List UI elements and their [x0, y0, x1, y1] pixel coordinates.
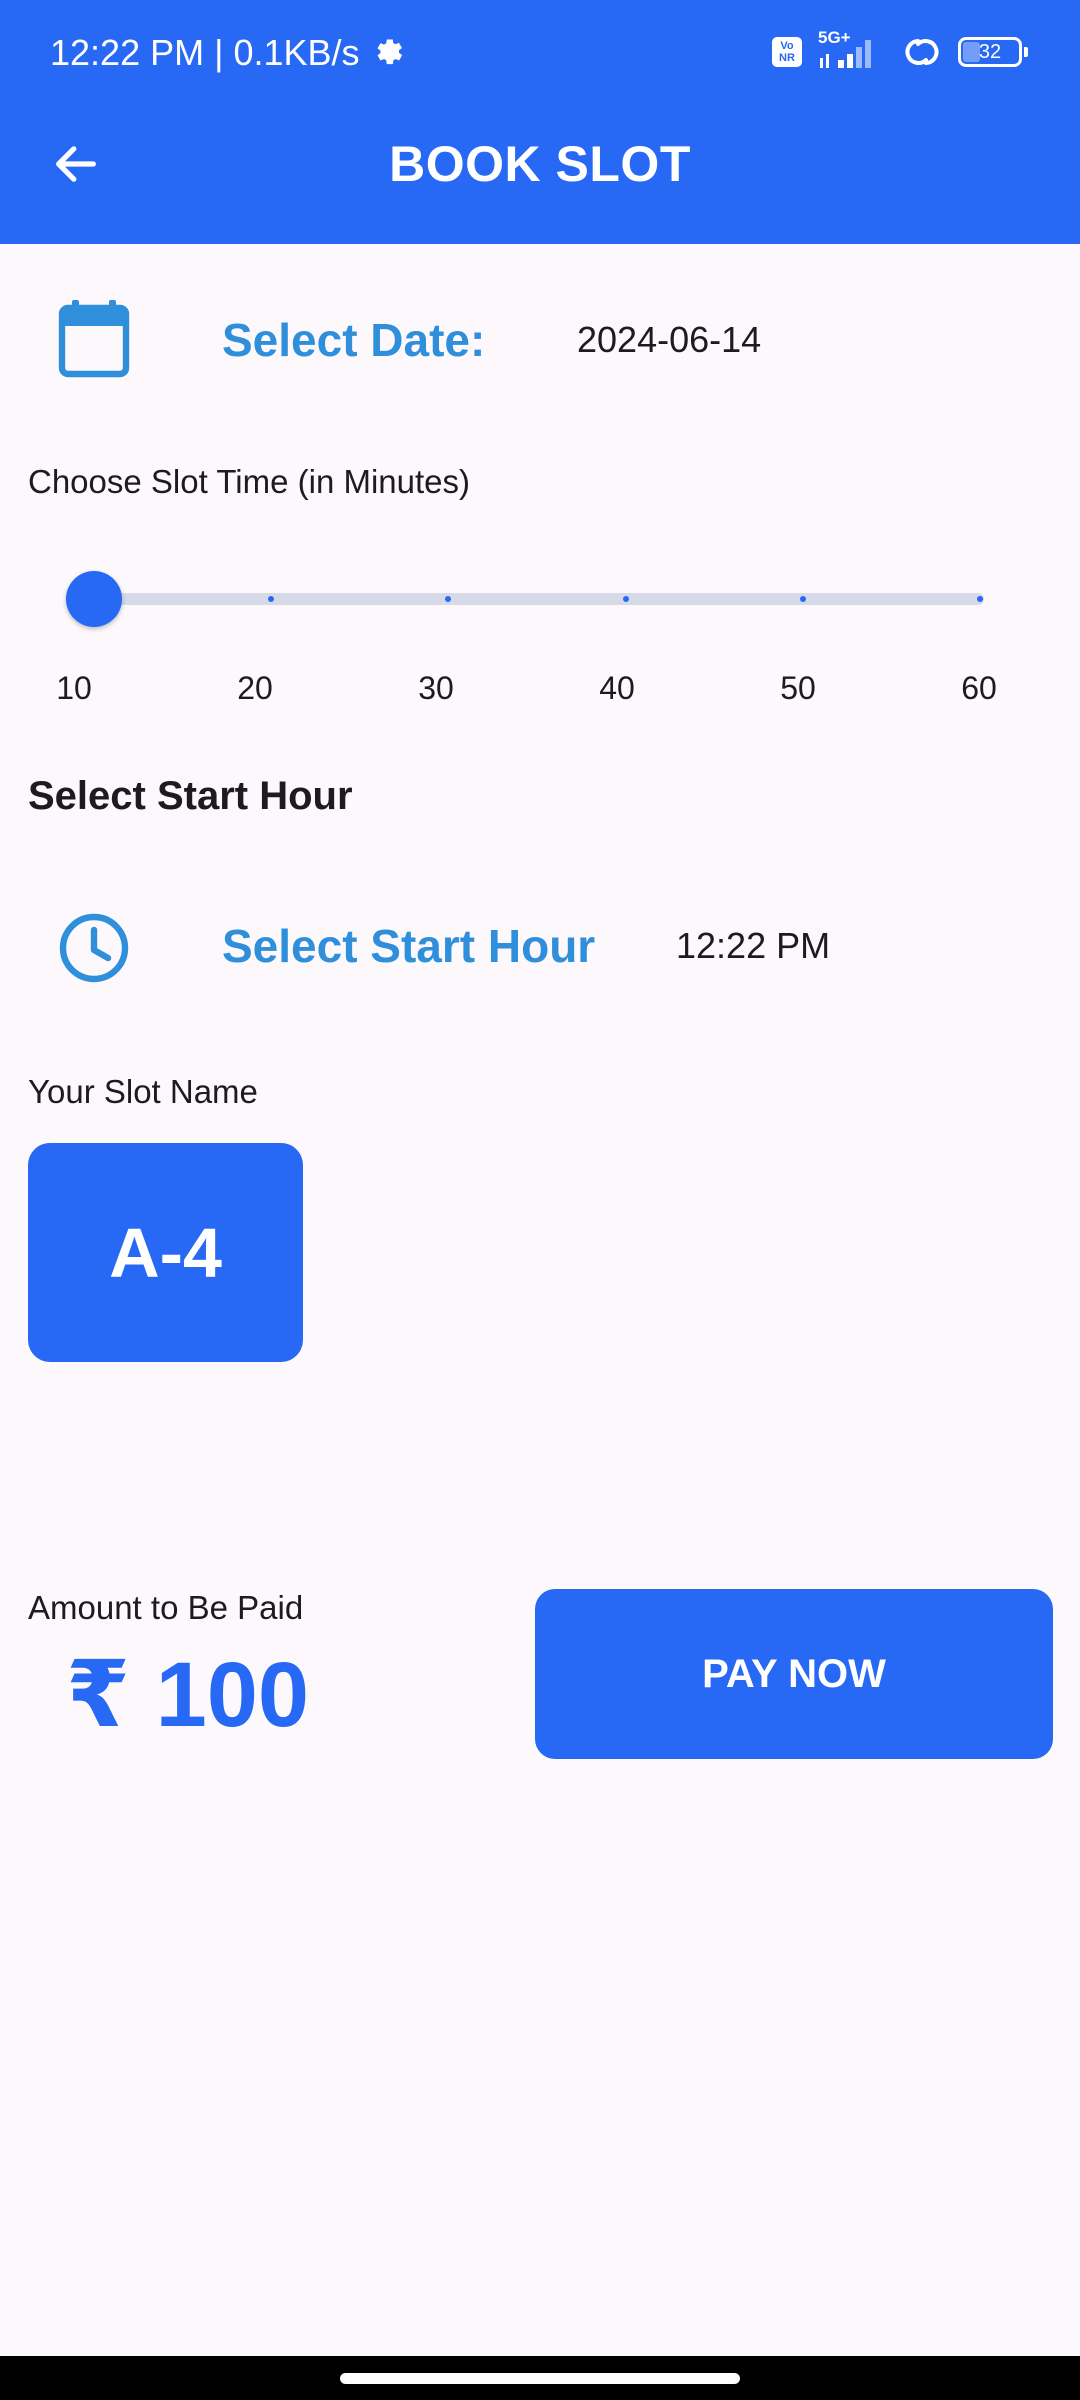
- slider-track[interactable]: [94, 593, 984, 605]
- link-icon: [905, 39, 939, 65]
- amount-value: ₹ 100: [66, 1644, 310, 1746]
- gear-icon: [377, 39, 402, 65]
- status-icons: Vo NR 5G+ 32: [772, 28, 1028, 72]
- amount-label: Amount to Be Paid: [28, 1589, 304, 1626]
- slider-tick-label: 40: [599, 670, 635, 706]
- battery-level: 32: [978, 41, 1002, 63]
- date-row[interactable]: Select Date: 2024-06-14: [0, 294, 1080, 394]
- slider-tick-label: 30: [418, 670, 454, 706]
- slot-name-label: Your Slot Name: [28, 1073, 258, 1110]
- slider-tick-label: 50: [780, 670, 816, 706]
- calendar-icon-wrapper[interactable]: [56, 298, 132, 378]
- slot-time-label: Choose Slot Time (in Minutes): [28, 463, 471, 500]
- slider-tick-dot: [799, 596, 806, 602]
- signal-icon: 5G+: [816, 28, 886, 72]
- slider-tick-label: 20: [237, 670, 273, 706]
- system-nav-bar: [0, 2356, 1080, 2400]
- slider-tick-label: 10: [56, 670, 92, 706]
- slider-tick-label: 60: [961, 670, 997, 706]
- select-start-hour-label[interactable]: Select Start Hour: [222, 918, 595, 974]
- status-time-speed: 12:22 PM | 0.1KB/s: [50, 32, 360, 73]
- clock-icon-wrapper[interactable]: [56, 908, 132, 988]
- slot-time-slider[interactable]: [66, 560, 984, 636]
- header: 12:22 PM | 0.1KB/s Vo NR 5G+ 32 BOOK SLO…: [0, 0, 1080, 244]
- clock-icon: [59, 913, 129, 983]
- select-date-label[interactable]: Select Date:: [222, 312, 485, 368]
- selected-date-value: 2024-06-14: [577, 319, 762, 360]
- status-time: 12:22 PM | 0.1KB/s: [50, 30, 406, 76]
- slider-thumb[interactable]: [66, 571, 122, 627]
- battery-icon: 32: [958, 37, 1028, 67]
- home-indicator[interactable]: [340, 2373, 740, 2384]
- status-bar: 12:22 PM | 0.1KB/s Vo NR 5G+ 32: [0, 0, 1080, 104]
- app-bar: BOOK SLOT: [0, 104, 1080, 244]
- pay-now-label: PAY NOW: [702, 1651, 886, 1696]
- page-title: BOOK SLOT: [389, 136, 691, 192]
- calendar-icon: [58, 300, 130, 378]
- slider-tick-dot: [977, 596, 983, 602]
- pay-now-button[interactable]: PAY NOW: [535, 1589, 1053, 1759]
- selected-start-hour-value: 12:22 PM: [676, 925, 831, 966]
- slider-tick-dot: [622, 596, 629, 602]
- slot-name-badge: A-4: [28, 1143, 303, 1362]
- slot-name-value: A-4: [109, 1213, 222, 1292]
- start-hour-heading: Select Start Hour: [28, 774, 353, 818]
- volte-icon: Vo NR: [772, 37, 802, 67]
- start-hour-row[interactable]: Select Start Hour 12:22 PM: [0, 898, 1080, 998]
